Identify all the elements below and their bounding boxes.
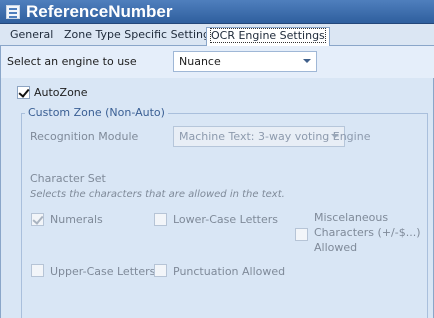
- numerals-label: Numerals: [50, 213, 103, 226]
- miscellaneous-label-line-2: Characters (+/-$...): [314, 226, 421, 239]
- lower-case-letters-checkbox[interactable]: [154, 213, 167, 226]
- recognition-module-value: Machine Text: 3-way voting Engine: [179, 130, 371, 143]
- autozone-label: AutoZone: [34, 86, 88, 99]
- tab-general[interactable]: General: [6, 27, 57, 45]
- character-set-heading: Character Set: [30, 172, 106, 185]
- punctuation-allowed-checkbox[interactable]: [154, 264, 167, 277]
- punctuation-allowed-label: Punctuation Allowed: [173, 265, 286, 278]
- miscellaneous-characters-checkbox[interactable]: [295, 228, 308, 241]
- miscellaneous-label-line-1: Miscelaneous: [314, 211, 389, 224]
- window-title: ReferenceNumber: [26, 2, 173, 21]
- tab-strip: General Zone Type Specific Settings OCR …: [0, 24, 434, 47]
- custom-zone-legend: Custom Zone (Non-Auto): [25, 106, 168, 119]
- recognition-module-label: Recognition Module: [30, 130, 139, 143]
- tab-zone-type-specific-settings[interactable]: Zone Type Specific Settings: [60, 27, 220, 45]
- recognition-module-select[interactable]: Machine Text: 3-way voting Engine: [173, 126, 370, 147]
- character-set-hint: Selects the characters that are allowed …: [30, 189, 285, 200]
- tab-label: Zone Type Specific Settings: [64, 28, 216, 41]
- upper-case-letters-label: Upper-Case Letters: [50, 265, 156, 278]
- engine-select[interactable]: Nuance: [173, 51, 317, 72]
- lower-case-letters-label: Lower-Case Letters: [173, 213, 278, 226]
- autozone-checkbox[interactable]: [17, 86, 30, 99]
- engine-row: Select an engine to use Nuance: [1, 46, 434, 78]
- tab-ocr-engine-settings[interactable]: OCR Engine Settings: [206, 27, 330, 47]
- tab-label: General: [10, 28, 54, 41]
- chevron-down-icon: [331, 134, 339, 138]
- engine-select-value: Nuance: [179, 55, 221, 68]
- form-icon: [6, 5, 20, 19]
- miscellaneous-label-line-3: Allowed: [314, 241, 358, 254]
- upper-case-letters-checkbox[interactable]: [31, 264, 44, 277]
- numerals-checkbox[interactable]: [31, 213, 44, 226]
- ocr-engine-settings-panel: Select an engine to use Nuance AutoZone …: [0, 46, 434, 318]
- engine-label: Select an engine to use: [7, 55, 137, 68]
- chevron-down-icon: [303, 59, 311, 63]
- title-bar: ReferenceNumber: [0, 0, 434, 24]
- tab-label: OCR Engine Settings: [210, 28, 326, 43]
